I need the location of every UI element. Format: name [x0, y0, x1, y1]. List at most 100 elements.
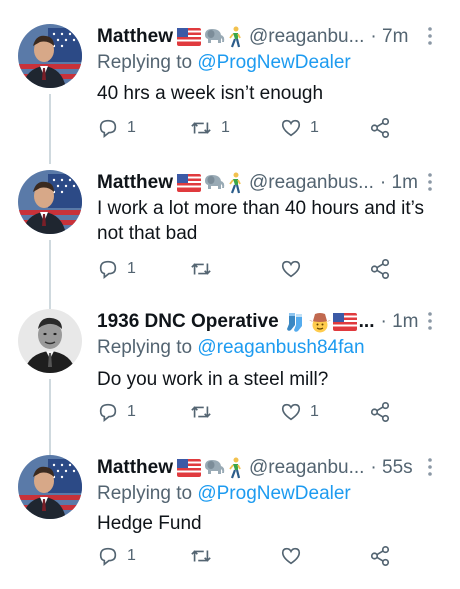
- retweet-button[interactable]: 1: [189, 117, 230, 139]
- reply-icon: [99, 547, 117, 566]
- retweet-button[interactable]: [189, 401, 221, 423]
- timestamp[interactable]: · 1m: [380, 172, 418, 194]
- avatar[interactable]: [18, 24, 82, 88]
- thread-connector-line: [49, 240, 51, 310]
- reply-count: 1: [127, 547, 136, 564]
- avatar[interactable]: [18, 455, 82, 519]
- socks-emoji: [286, 313, 302, 332]
- us-flag-emoji: [177, 459, 201, 477]
- tweet-actions: 1 1 1: [97, 117, 397, 143]
- tweet-text: Hedge Fund: [97, 513, 202, 534]
- avatar[interactable]: [18, 170, 82, 234]
- tweet[interactable]: Matthew @reaganbu... · 7m Replying to @P…: [0, 24, 460, 164]
- replying-to: Replying to @ProgNewDealer: [97, 483, 351, 505]
- like-count: 1: [310, 403, 319, 420]
- replying-to-prefix: Replying to: [97, 337, 198, 358]
- reply-button[interactable]: 1: [97, 117, 136, 139]
- tweet-header: Matthew @reaganbu... · 7m: [97, 24, 440, 50]
- elephant-emoji: [205, 29, 225, 43]
- replying-to: Replying to @ProgNewDealer: [97, 52, 351, 74]
- person-walking-emoji: [229, 26, 241, 48]
- heart-icon: [281, 403, 301, 421]
- tweet-header: Matthew @reaganbu... · 55s: [97, 455, 440, 481]
- reply-button[interactable]: 1: [97, 401, 136, 423]
- author-handle[interactable]: @reaganbu...: [249, 457, 364, 479]
- author-emojis: [177, 172, 243, 194]
- share-icon: [370, 402, 390, 422]
- timestamp[interactable]: · 1m: [381, 311, 419, 333]
- author-handle[interactable]: @reaganbu...: [249, 26, 364, 48]
- heart-icon: [281, 547, 301, 565]
- retweet-button[interactable]: [189, 258, 221, 280]
- heart-icon: [281, 119, 301, 137]
- tweet[interactable]: Matthew @reaganbu... · 55s Replying to @…: [0, 455, 460, 580]
- person-walking-emoji: [229, 172, 241, 194]
- cowboy-emoji: [308, 313, 331, 333]
- like-count: 1: [310, 119, 319, 136]
- like-button[interactable]: 1: [280, 117, 319, 139]
- heart-icon: [281, 260, 301, 278]
- elephant-emoji: [205, 460, 225, 474]
- person-walking-emoji: [229, 457, 241, 479]
- tweet[interactable]: 1936 DNC Operative ... · 1m Replying to …: [0, 309, 460, 459]
- timestamp[interactable]: · 7m: [370, 26, 408, 48]
- thread-connector-line: [49, 94, 51, 164]
- elephant-emoji: [205, 175, 225, 189]
- share-button[interactable]: [369, 401, 391, 423]
- tweet[interactable]: Matthew @reaganbus... · 1m I work a lot …: [0, 170, 460, 310]
- us-flag-emoji: [177, 28, 201, 46]
- author-name[interactable]: 1936 DNC Operative: [97, 311, 279, 333]
- more-options-icon[interactable]: [420, 457, 440, 477]
- replying-to-link[interactable]: @ProgNewDealer: [197, 52, 350, 73]
- tweet-text: 40 hrs a week isn’t enough: [97, 83, 324, 104]
- like-button[interactable]: 1: [280, 401, 319, 423]
- author-name[interactable]: Matthew: [97, 26, 173, 48]
- us-flag-emoji: [332, 313, 357, 331]
- conversation-thread: Matthew @reaganbu... · 7m Replying to @P…: [0, 0, 460, 589]
- share-button[interactable]: [369, 258, 391, 280]
- like-button[interactable]: [280, 258, 310, 280]
- author-handle[interactable]: @reaganbus...: [249, 172, 374, 194]
- reply-icon: [99, 119, 117, 138]
- name-ellipsis: ...: [358, 311, 375, 332]
- replying-to-link[interactable]: @reaganbush84fan: [197, 337, 364, 358]
- retweet-icon: [191, 122, 211, 134]
- like-button[interactable]: [280, 545, 310, 567]
- share-icon: [370, 546, 390, 566]
- replying-to: Replying to @reaganbush84fan: [97, 337, 365, 359]
- reply-count: 1: [127, 119, 136, 136]
- author-emojis: [177, 457, 243, 479]
- more-options-icon[interactable]: [420, 172, 440, 192]
- us-flag-emoji: [177, 174, 201, 192]
- author-emojis: [285, 311, 357, 333]
- tweet-text: Do you work in a steel mill?: [97, 369, 329, 390]
- thread-connector-line: [49, 379, 51, 459]
- reply-button[interactable]: 1: [97, 258, 136, 280]
- more-options-icon[interactable]: [420, 311, 440, 331]
- more-options-icon[interactable]: [420, 26, 440, 46]
- tweet-text: I work a lot more than 40 hours and it’s…: [97, 198, 425, 244]
- reply-count: 1: [127, 403, 136, 420]
- replying-to-prefix: Replying to: [97, 483, 198, 504]
- tweet-actions: 1: [97, 545, 397, 571]
- retweet-icon: [191, 406, 211, 418]
- retweet-count: 1: [221, 119, 230, 136]
- tweet-header: Matthew @reaganbus... · 1m: [97, 170, 440, 196]
- reply-button[interactable]: 1: [97, 545, 136, 567]
- replying-to-prefix: Replying to: [97, 52, 198, 73]
- share-icon: [370, 259, 390, 279]
- share-button[interactable]: [369, 545, 391, 567]
- tweet-header: 1936 DNC Operative ... · 1m: [97, 309, 440, 335]
- retweet-icon: [191, 263, 211, 275]
- reply-icon: [99, 403, 117, 422]
- share-button[interactable]: [369, 117, 391, 139]
- author-emojis: [177, 26, 243, 48]
- avatar[interactable]: [18, 309, 82, 373]
- tweet-actions: 1 1: [97, 401, 397, 427]
- timestamp[interactable]: · 55s: [370, 457, 412, 479]
- share-icon: [370, 118, 390, 138]
- replying-to-link[interactable]: @ProgNewDealer: [197, 483, 350, 504]
- author-name[interactable]: Matthew: [97, 172, 173, 194]
- retweet-button[interactable]: [189, 545, 221, 567]
- author-name[interactable]: Matthew: [97, 457, 173, 479]
